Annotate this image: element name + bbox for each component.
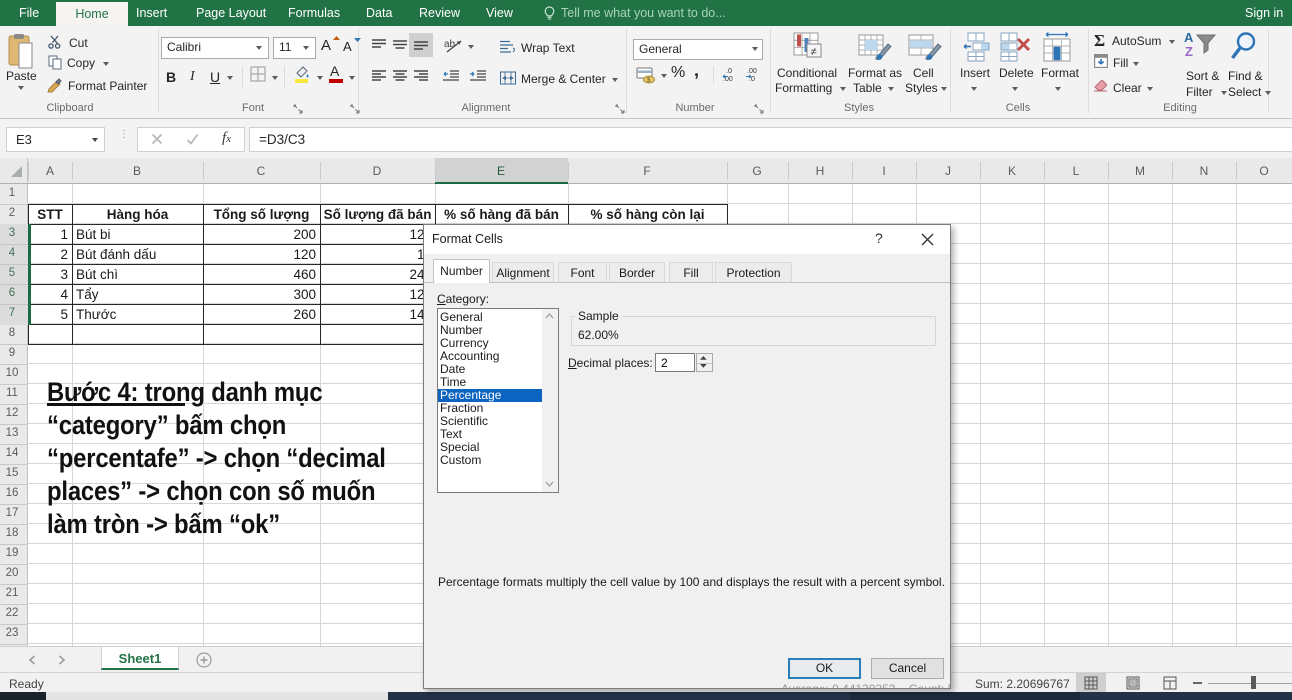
svg-text:≠: ≠ [811, 46, 817, 58]
svg-text:ab: ab [444, 39, 456, 50]
svg-text:.0: .0 [726, 68, 732, 75]
svg-text:.00: .00 [747, 68, 757, 75]
svg-text:$: $ [647, 77, 651, 84]
